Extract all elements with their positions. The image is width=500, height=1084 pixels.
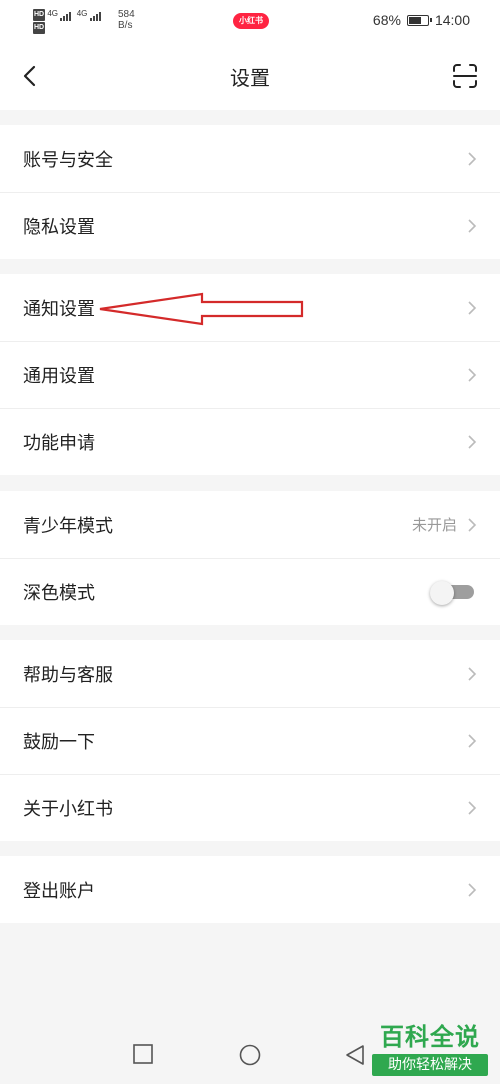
toggle-knob xyxy=(430,580,454,605)
chevron-right-icon xyxy=(468,517,477,532)
chevron-right-icon xyxy=(468,300,477,315)
signal-indicators: HD 4G 4G HD xyxy=(33,8,102,34)
recent-apps-square-icon[interactable] xyxy=(133,1044,153,1064)
chevron-right-icon xyxy=(468,367,477,382)
signal-bars-icon xyxy=(60,9,72,21)
settings-item-label: 鼓励一下 xyxy=(23,731,95,753)
nav-bar: 设置 xyxy=(0,42,500,110)
settings-item-help-support[interactable]: 帮助与客服 xyxy=(0,640,500,707)
settings-item-label: 登出账户 xyxy=(23,880,95,902)
chevron-right-icon xyxy=(468,151,477,166)
settings-group-modes: 青少年模式 未开启 深色模式 xyxy=(0,491,500,625)
chevron-right-icon xyxy=(468,218,477,233)
teen-mode-status: 未开启 xyxy=(411,516,457,534)
net-speed: 584 B/s xyxy=(118,9,135,31)
dark-mode-toggle[interactable] xyxy=(430,580,476,605)
settings-item-rate-app[interactable]: 鼓励一下 xyxy=(0,707,500,774)
settings-item-label: 深色模式 xyxy=(23,582,95,604)
net-speed-value: 584 xyxy=(118,9,135,20)
home-circle-icon[interactable] xyxy=(239,1044,261,1066)
net-speed-unit: B/s xyxy=(118,20,133,31)
settings-item-label: 账号与安全 xyxy=(23,149,113,171)
settings-item-teen-mode[interactable]: 青少年模式 未开启 xyxy=(0,491,500,558)
network-type-2: 4G xyxy=(76,9,88,18)
settings-item-label: 通用设置 xyxy=(23,365,95,387)
chevron-right-icon xyxy=(468,666,477,681)
settings-group-logout: 登出账户 xyxy=(0,856,500,923)
settings-group-account: 账号与安全 隐私设置 xyxy=(0,125,500,259)
page-title: 设置 xyxy=(230,66,270,90)
chevron-right-icon xyxy=(468,434,477,449)
settings-item-label: 青少年模式 xyxy=(23,515,113,537)
settings-item-about[interactable]: 关于小红书 xyxy=(0,774,500,841)
watermark: 百科全说 助你轻松解决 xyxy=(372,1022,488,1076)
settings-item-feature-request[interactable]: 功能申请 xyxy=(0,408,500,475)
settings-item-dark-mode: 深色模式 xyxy=(0,558,500,625)
settings-item-account-security[interactable]: 账号与安全 xyxy=(0,125,500,192)
back-triangle-icon[interactable] xyxy=(345,1044,365,1066)
chevron-right-icon xyxy=(468,733,477,748)
hd-badge: HD xyxy=(33,9,46,21)
battery-percent: 68% xyxy=(372,12,401,28)
settings-group-help: 帮助与客服 鼓励一下 关于小红书 xyxy=(0,640,500,841)
settings-item-general[interactable]: 通用设置 xyxy=(0,341,500,408)
app-badge: 小红书 xyxy=(233,13,269,29)
settings-item-label: 关于小红书 xyxy=(23,798,113,820)
clock: 14:00 xyxy=(434,12,470,28)
battery-icon xyxy=(406,14,432,26)
settings-item-label: 帮助与客服 xyxy=(23,664,113,686)
settings-item-logout[interactable]: 登出账户 xyxy=(0,856,500,923)
chevron-right-icon xyxy=(468,800,477,815)
chevron-right-icon xyxy=(468,882,477,897)
settings-item-label: 隐私设置 xyxy=(23,216,95,238)
signal-bars-icon-2 xyxy=(89,9,102,21)
settings-item-privacy[interactable]: 隐私设置 xyxy=(0,192,500,259)
watermark-subtitle: 助你轻松解决 xyxy=(372,1054,488,1076)
network-type: 4G xyxy=(47,9,59,18)
annotation-arrow-icon xyxy=(99,292,304,326)
settings-item-label: 功能申请 xyxy=(23,432,95,454)
watermark-title: 百科全说 xyxy=(380,1023,480,1051)
status-right: 68% 14:00 xyxy=(373,12,470,28)
status-bar: HD 4G 4G HD 584 B/s 小红书 68% 14:00 xyxy=(0,0,500,42)
scan-icon[interactable] xyxy=(452,63,478,89)
hd-badge-2: HD xyxy=(33,22,46,34)
